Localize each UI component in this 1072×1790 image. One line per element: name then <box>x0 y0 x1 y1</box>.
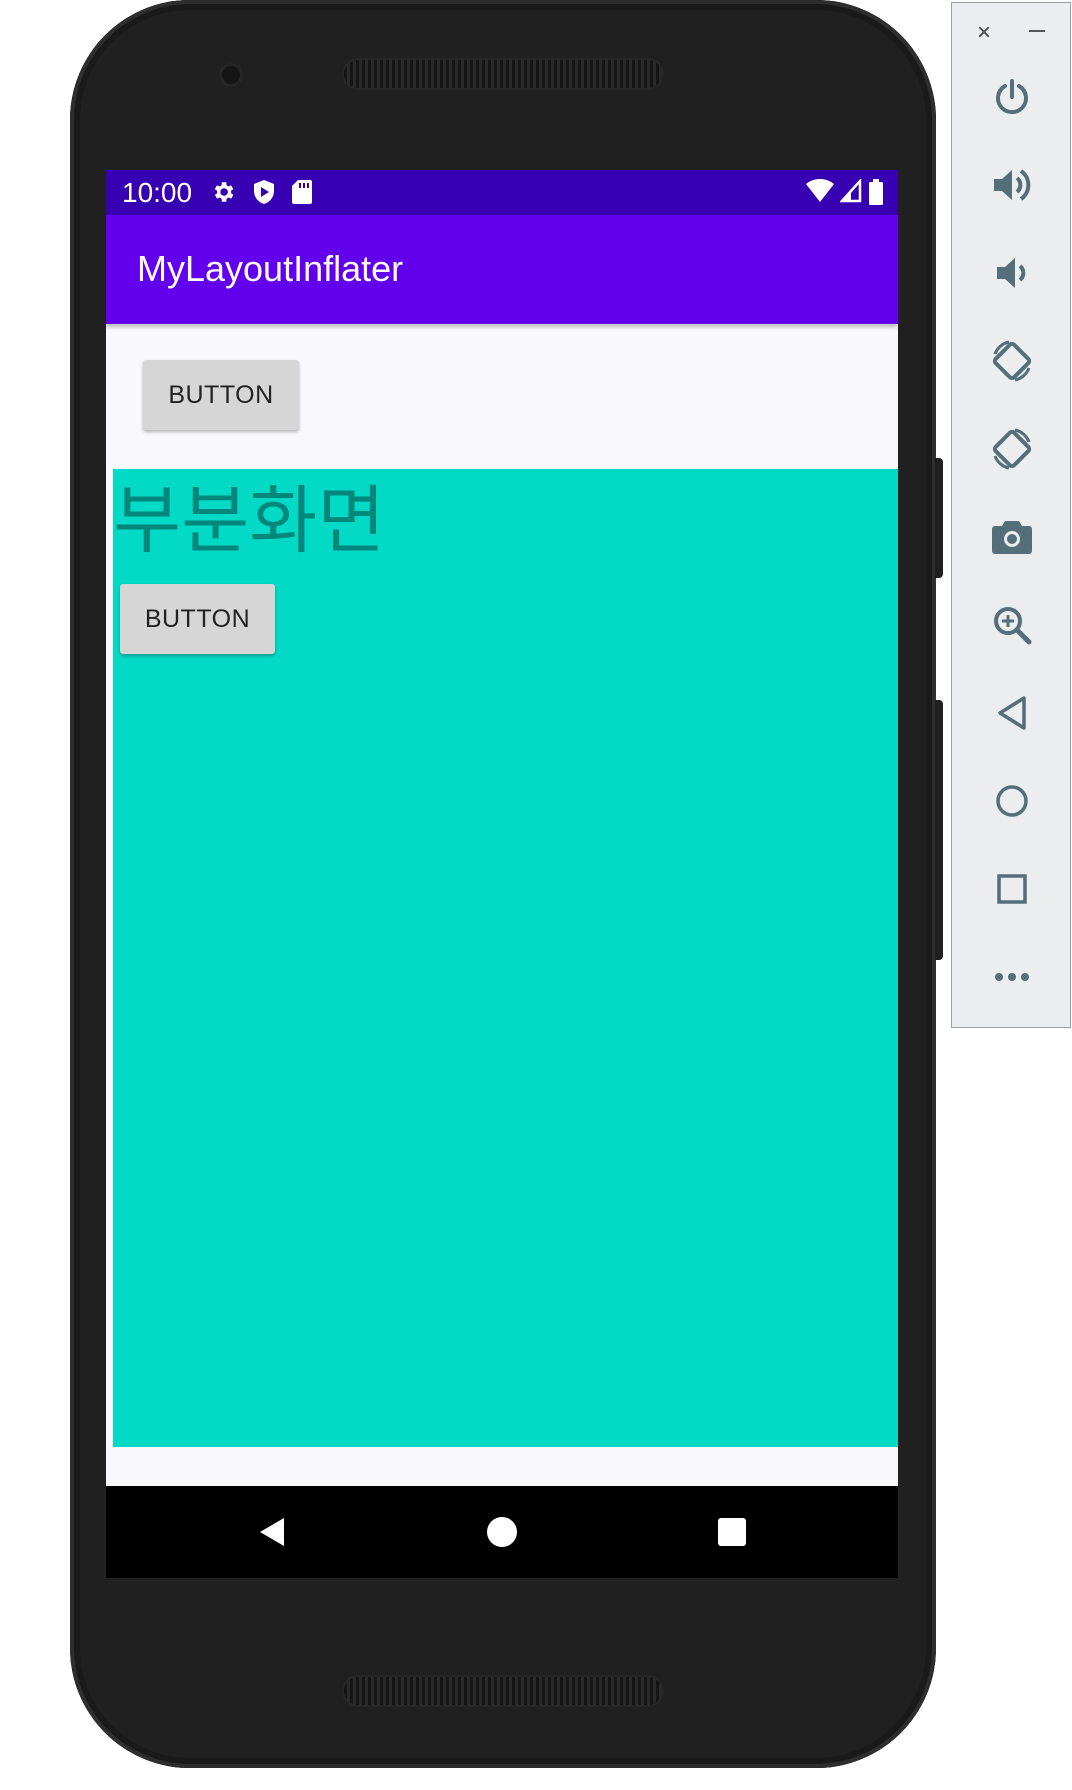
power-button[interactable] <box>986 71 1038 123</box>
shield-play-icon <box>254 180 274 204</box>
zoom-icon <box>994 607 1032 645</box>
front-camera <box>219 63 243 87</box>
battery-icon <box>869 179 883 205</box>
recents-icon[interactable] <box>716 1516 748 1548</box>
more-button[interactable] <box>986 951 1038 1003</box>
app-bar: MyLayoutInflater <box>106 215 898 324</box>
navigation-bar <box>106 1486 898 1578</box>
emulator-home-button[interactable] <box>986 775 1038 827</box>
main-button[interactable]: BUTTON <box>143 360 299 430</box>
emulator-back-button[interactable] <box>986 687 1038 739</box>
volume-up-icon <box>994 169 1031 201</box>
back-icon[interactable] <box>256 1516 286 1548</box>
settings-icon <box>214 182 234 202</box>
status-time: 10:00 <box>122 177 193 208</box>
zoom-button[interactable] <box>986 599 1038 651</box>
rotate-left-button[interactable] <box>986 335 1038 387</box>
screenshot-button[interactable] <box>986 511 1038 563</box>
minimize-icon[interactable] <box>1029 30 1045 32</box>
back-icon <box>998 696 1026 730</box>
bottom-speaker <box>344 1677 662 1705</box>
device-screen: 10:00 MyLayoutInflater BUTTON 부분화면 BUTTO… <box>106 170 898 1578</box>
volume-up-button[interactable] <box>986 159 1038 211</box>
camera-icon <box>992 521 1032 554</box>
emulator-toolbar: × <box>951 2 1071 1028</box>
cell-signal-icon <box>840 179 862 203</box>
rotate-right-button[interactable] <box>986 423 1038 475</box>
app-title: MyLayoutInflater <box>137 248 404 289</box>
close-icon[interactable]: × <box>977 21 991 45</box>
emulator-window: 10:00 MyLayoutInflater BUTTON 부분화면 BUTTO… <box>0 0 1072 1790</box>
sub-layout-button[interactable]: BUTTON <box>120 584 275 654</box>
home-icon <box>996 785 1028 817</box>
phone-volume-key <box>935 700 943 960</box>
more-icon <box>995 973 1029 981</box>
overview-icon <box>997 874 1027 904</box>
rotate-left-icon <box>992 340 1032 382</box>
status-icons-right <box>806 179 884 205</box>
volume-down-icon <box>997 258 1026 288</box>
emulator-overview-button[interactable] <box>986 863 1038 915</box>
home-icon[interactable] <box>486 1516 518 1548</box>
status-icons-left <box>210 179 312 205</box>
sub-layout-title: 부분화면 <box>113 478 386 564</box>
volume-down-button[interactable] <box>986 247 1038 299</box>
power-icon <box>996 79 1028 115</box>
sub-layout-panel: 부분화면 BUTTON <box>113 469 898 1447</box>
wifi-icon <box>806 179 834 202</box>
earpiece-speaker <box>344 60 662 88</box>
sd-card-icon <box>292 180 312 204</box>
phone-power-key <box>935 458 943 578</box>
rotate-right-icon <box>992 428 1032 470</box>
status-bar: 10:00 <box>106 170 898 215</box>
